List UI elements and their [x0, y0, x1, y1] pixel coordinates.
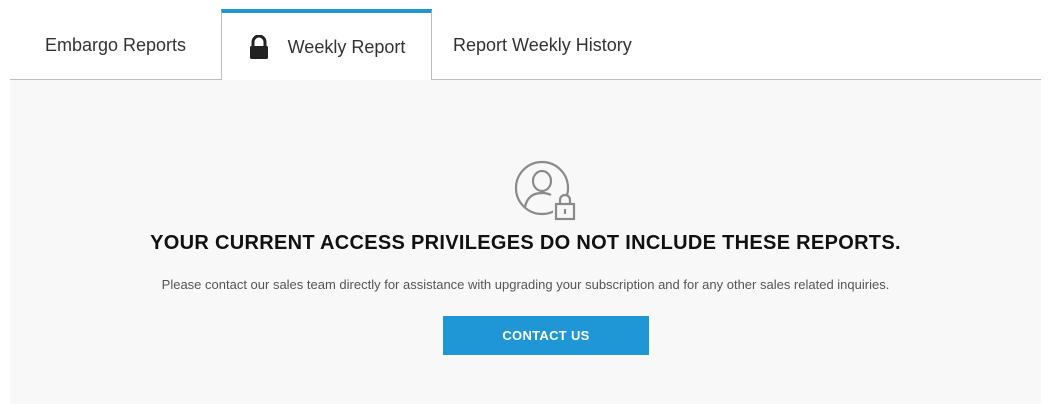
tab-report-weekly-history[interactable]: Report Weekly History [453, 9, 648, 80]
access-message: Please contact our sales team directly f… [161, 277, 890, 292]
tab-embargo-reports[interactable]: Embargo Reports [10, 9, 221, 80]
page: Embargo Reports Weekly Report Report Wee… [0, 0, 1054, 404]
tab-label: Report Weekly History [453, 35, 632, 55]
user-lock-icon [514, 160, 577, 221]
contact-us-button[interactable]: CONTACT US [443, 316, 649, 355]
access-heading: YOUR CURRENT ACCESS PRIVILEGES DO NOT IN… [150, 232, 901, 254]
tab-label: Embargo Reports [44, 35, 187, 55]
report-tabs: Embargo Reports Weekly Report Report Wee… [10, 9, 1041, 81]
lock-icon [249, 35, 268, 59]
tab-weekly-report[interactable]: Weekly Report [221, 9, 432, 81]
tab-label: Weekly Report [287, 36, 406, 57]
access-denied-panel: YOUR CURRENT ACCESS PRIVILEGES DO NOT IN… [10, 80, 1041, 404]
